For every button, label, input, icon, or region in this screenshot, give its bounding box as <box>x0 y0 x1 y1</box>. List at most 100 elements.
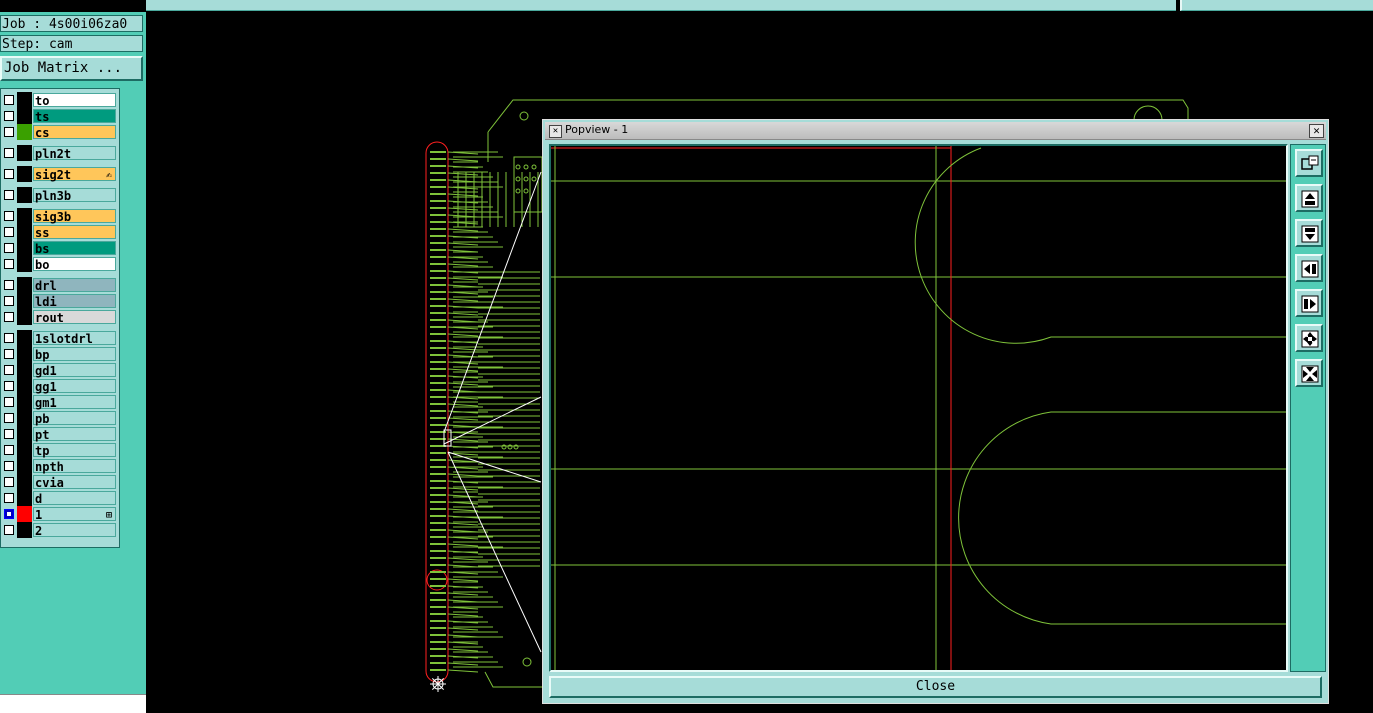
layer-checkbox[interactable] <box>4 259 14 269</box>
layer-name[interactable]: cs <box>33 125 116 140</box>
layer-checkbox[interactable] <box>4 280 14 290</box>
layer-row-to[interactable]: to <box>1 92 119 108</box>
close-button[interactable]: Close <box>549 676 1322 698</box>
layer-checkbox[interactable] <box>4 397 14 407</box>
layer-checkbox[interactable] <box>4 211 14 221</box>
layer-name[interactable]: rout <box>33 310 116 325</box>
layer-row-2[interactable]: 2 <box>1 522 119 538</box>
layer-name[interactable]: to <box>33 93 116 108</box>
layer-checkbox[interactable] <box>4 127 14 137</box>
layer-name[interactable]: drl <box>33 278 116 293</box>
layer-checkbox[interactable] <box>4 243 14 253</box>
layer-row-ss[interactable]: ss <box>1 224 119 240</box>
zoom-window-button[interactable] <box>1295 149 1323 177</box>
layer-row-1slotdrl[interactable]: 1slotdrl <box>1 330 119 346</box>
pan-down-button[interactable] <box>1295 219 1323 247</box>
pan-left-button[interactable] <box>1295 254 1323 282</box>
close-icon[interactable]: ✕ <box>1309 124 1324 138</box>
layer-row-bp[interactable]: bp <box>1 346 119 362</box>
layer-color-swatch <box>17 394 32 410</box>
layer-checkbox[interactable] <box>4 312 14 322</box>
layer-checkbox[interactable] <box>4 296 14 306</box>
zoom-window-icon <box>1301 155 1319 170</box>
layer-color-swatch <box>17 378 32 394</box>
layer-color-swatch <box>17 490 32 506</box>
layer-checkbox[interactable] <box>4 190 14 200</box>
layer-row-ts[interactable]: ts <box>1 108 119 124</box>
layer-name[interactable]: gm1 <box>33 395 116 410</box>
layer-row-tp[interactable]: tp <box>1 442 119 458</box>
layer-row-pln2t[interactable]: pln2t <box>1 145 119 161</box>
layer-checkbox[interactable] <box>4 445 14 455</box>
job-matrix-button[interactable]: Job Matrix ... <box>0 56 143 81</box>
layer-name[interactable]: gg1 <box>33 379 116 394</box>
layer-color-swatch <box>17 293 32 309</box>
layer-checkbox[interactable] <box>4 169 14 179</box>
layer-name[interactable]: pln3b <box>33 188 116 203</box>
pan-up-button[interactable] <box>1295 184 1323 212</box>
layer-checkbox[interactable] <box>4 381 14 391</box>
layer-checkbox[interactable] <box>4 333 14 343</box>
layer-name[interactable]: pln2t <box>33 146 116 161</box>
layer-checkbox[interactable] <box>4 493 14 503</box>
layer-row-sig2t[interactable]: sig2t ✍ <box>1 166 119 182</box>
zoom-in-button[interactable] <box>1295 324 1323 352</box>
layer-row-npth[interactable]: npth <box>1 458 119 474</box>
layer-name[interactable]: 1slotdrl <box>33 331 116 346</box>
layer-checkbox[interactable] <box>4 95 14 105</box>
layer-checkbox[interactable] <box>4 477 14 487</box>
pan-right-button[interactable] <box>1295 289 1323 317</box>
layer-name[interactable]: pt <box>33 427 116 442</box>
layer-checkbox[interactable] <box>4 349 14 359</box>
layer-checkbox[interactable] <box>4 509 14 519</box>
layer-name[interactable]: 1 ⊞ <box>33 507 116 522</box>
popview-toolbar <box>1290 144 1326 672</box>
layer-row-gg1[interactable]: gg1 <box>1 378 119 394</box>
status-strip <box>0 694 146 713</box>
layer-name[interactable]: ts <box>33 109 116 124</box>
layer-name[interactable]: gd1 <box>33 363 116 378</box>
layer-row-ldi[interactable]: ldi <box>1 293 119 309</box>
popview-zoom-area[interactable] <box>549 144 1288 672</box>
layer-name[interactable]: bo <box>33 257 116 272</box>
popview-titlebar[interactable]: ✕ Popview - 1 ✕ <box>545 122 1326 140</box>
layer-name[interactable]: d <box>33 491 116 506</box>
layer-name[interactable]: sig3b <box>33 209 116 224</box>
layer-checkbox[interactable] <box>4 461 14 471</box>
window-menu-icon[interactable]: ✕ <box>549 125 562 138</box>
layer-row-gm1[interactable]: gm1 <box>1 394 119 410</box>
layer-row-drl[interactable]: drl <box>1 277 119 293</box>
layer-name[interactable]: 2 <box>33 523 116 538</box>
toolbar-segment <box>146 0 1176 11</box>
layer-name[interactable]: ss <box>33 225 116 240</box>
layer-checkbox[interactable] <box>4 525 14 535</box>
layer-checkbox[interactable] <box>4 111 14 121</box>
layer-row-pb[interactable]: pb <box>1 410 119 426</box>
zoom-out-button[interactable] <box>1295 359 1323 387</box>
layer-row-pt[interactable]: pt <box>1 426 119 442</box>
layer-row-bo[interactable]: bo <box>1 256 119 272</box>
layer-row-gd1[interactable]: gd1 <box>1 362 119 378</box>
layer-row-pln3b[interactable]: pln3b <box>1 187 119 203</box>
layer-name[interactable]: npth <box>33 459 116 474</box>
layer-row-bs[interactable]: bs <box>1 240 119 256</box>
layer-checkbox[interactable] <box>4 429 14 439</box>
layer-name[interactable]: cvia <box>33 475 116 490</box>
layer-name[interactable]: pb <box>33 411 116 426</box>
layer-name[interactable]: tp <box>33 443 116 458</box>
layer-row-d[interactable]: d <box>1 490 119 506</box>
layer-name[interactable]: bp <box>33 347 116 362</box>
layer-row-sig3b[interactable]: sig3b <box>1 208 119 224</box>
layer-checkbox[interactable] <box>4 365 14 375</box>
layer-row-rout[interactable]: rout <box>1 309 119 325</box>
layer-checkbox[interactable] <box>4 148 14 158</box>
layer-name[interactable]: bs <box>33 241 116 256</box>
layer-checkbox[interactable] <box>4 413 14 423</box>
layer-color-swatch <box>17 124 32 140</box>
layer-row-1[interactable]: 1 ⊞ <box>1 506 119 522</box>
layer-row-cvia[interactable]: cvia <box>1 474 119 490</box>
layer-row-cs[interactable]: cs <box>1 124 119 140</box>
layer-name[interactable]: sig2t ✍ <box>33 167 116 182</box>
layer-checkbox[interactable] <box>4 227 14 237</box>
layer-name[interactable]: ldi <box>33 294 116 309</box>
